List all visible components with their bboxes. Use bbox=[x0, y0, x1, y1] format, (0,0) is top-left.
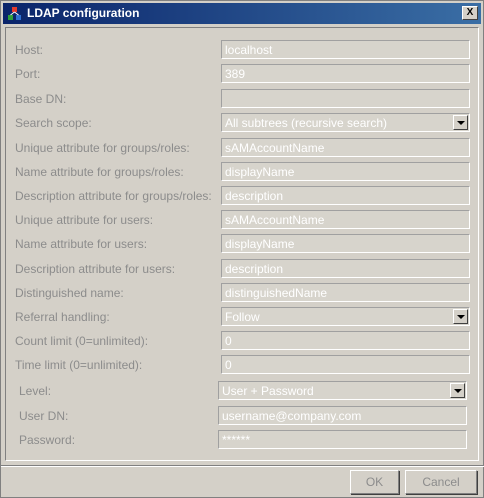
user-desc-attr-label: Description attribute for users: bbox=[15, 262, 176, 276]
search-scope-label: Search scope: bbox=[15, 116, 92, 130]
port-row: Port: 389 bbox=[1, 64, 484, 83]
time-limit-label: Time limit (0=unlimited): bbox=[15, 358, 143, 372]
port-label: Port: bbox=[15, 67, 41, 81]
user-dn-row: User DN: username@company.com bbox=[1, 406, 484, 425]
count-limit-row: Count limit (0=unlimited): 0 bbox=[1, 331, 484, 350]
auth-level-label: Level: bbox=[19, 384, 52, 398]
user-desc-attr-row: Description attribute for users: descrip… bbox=[1, 259, 484, 278]
user-unique-attr-label: Unique attribute for users: bbox=[15, 213, 154, 227]
count-limit-label: Count limit (0=unlimited): bbox=[15, 334, 149, 348]
base-dn-input[interactable] bbox=[221, 89, 470, 108]
cancel-button[interactable]: Cancel bbox=[405, 470, 477, 494]
auth-level-row: Level: User + Password bbox=[1, 381, 484, 400]
user-name-attr-label: Name attribute for users: bbox=[15, 237, 148, 251]
host-row: Host: localhost bbox=[1, 40, 484, 59]
user-name-attr-row: Name attribute for users: displayName bbox=[1, 234, 484, 253]
close-button[interactable]: X bbox=[462, 6, 478, 20]
base-dn-label: Base DN: bbox=[15, 92, 67, 106]
host-input[interactable]: localhost bbox=[221, 40, 470, 59]
user-dn-input[interactable]: username@company.com bbox=[218, 406, 467, 425]
group-unique-attr-input[interactable]: sAMAccountName bbox=[221, 138, 470, 157]
referral-handling-value: Follow bbox=[225, 310, 260, 324]
host-label: Host: bbox=[15, 43, 44, 57]
search-scope-row: Search scope: All subtrees (recursive se… bbox=[1, 113, 484, 132]
ldap-config-dialog: LDAP configuration X Host: localhost Por… bbox=[0, 0, 484, 498]
distinguished-name-label: Distinguished name: bbox=[15, 286, 124, 300]
group-name-attr-input[interactable]: displayName bbox=[221, 162, 470, 181]
group-unique-attr-label: Unique attribute for groups/roles: bbox=[15, 141, 190, 155]
auth-level-value: User + Password bbox=[222, 384, 314, 398]
chevron-down-icon bbox=[453, 388, 462, 393]
password-row: Password: ****** bbox=[1, 430, 484, 449]
referral-handling-row: Referral handling: Follow bbox=[1, 307, 484, 326]
referral-handling-select[interactable]: Follow bbox=[221, 307, 470, 326]
close-icon: X bbox=[466, 7, 474, 18]
search-scope-value: All subtrees (recursive search) bbox=[225, 116, 388, 130]
chevron-down-icon bbox=[456, 120, 465, 125]
port-input[interactable]: 389 bbox=[221, 64, 470, 83]
auth-level-select[interactable]: User + Password bbox=[218, 381, 467, 400]
search-scope-select[interactable]: All subtrees (recursive search) bbox=[221, 113, 470, 132]
time-limit-input[interactable]: 0 bbox=[221, 355, 470, 374]
group-desc-attr-label: Description attribute for groups/roles: bbox=[15, 189, 212, 203]
group-desc-attr-row: Description attribute for groups/roles: … bbox=[1, 186, 484, 205]
user-dn-label: User DN: bbox=[19, 409, 69, 423]
password-input[interactable]: ****** bbox=[218, 430, 467, 449]
distinguished-name-row: Distinguished name: distinguishedName bbox=[1, 283, 484, 302]
referral-handling-dropdown-button[interactable] bbox=[453, 309, 468, 324]
group-desc-attr-input[interactable]: description bbox=[221, 186, 470, 205]
window-title: LDAP configuration bbox=[27, 6, 140, 20]
group-name-attr-row: Name attribute for groups/roles: display… bbox=[1, 162, 484, 181]
ldap-tree-icon bbox=[8, 7, 21, 20]
user-name-attr-input[interactable]: displayName bbox=[221, 234, 470, 253]
ok-button[interactable]: OK bbox=[350, 470, 399, 494]
distinguished-name-input[interactable]: distinguishedName bbox=[221, 283, 470, 302]
title-bar[interactable]: LDAP configuration X bbox=[3, 3, 481, 24]
search-scope-dropdown-button[interactable] bbox=[453, 115, 468, 130]
auth-level-dropdown-button[interactable] bbox=[450, 383, 465, 398]
chevron-down-icon bbox=[456, 314, 465, 319]
base-dn-row: Base DN: bbox=[1, 89, 484, 108]
user-unique-attr-row: Unique attribute for users: sAMAccountNa… bbox=[1, 210, 484, 229]
footer-separator bbox=[1, 465, 484, 467]
count-limit-input[interactable]: 0 bbox=[221, 331, 470, 350]
user-desc-attr-input[interactable]: description bbox=[221, 259, 470, 278]
time-limit-row: Time limit (0=unlimited): 0 bbox=[1, 355, 484, 374]
user-unique-attr-input[interactable]: sAMAccountName bbox=[221, 210, 470, 229]
password-label: Password: bbox=[19, 433, 76, 447]
group-name-attr-label: Name attribute for groups/roles: bbox=[15, 165, 184, 179]
group-unique-attr-row: Unique attribute for groups/roles: sAMAc… bbox=[1, 138, 484, 157]
referral-handling-label: Referral handling: bbox=[15, 310, 110, 324]
